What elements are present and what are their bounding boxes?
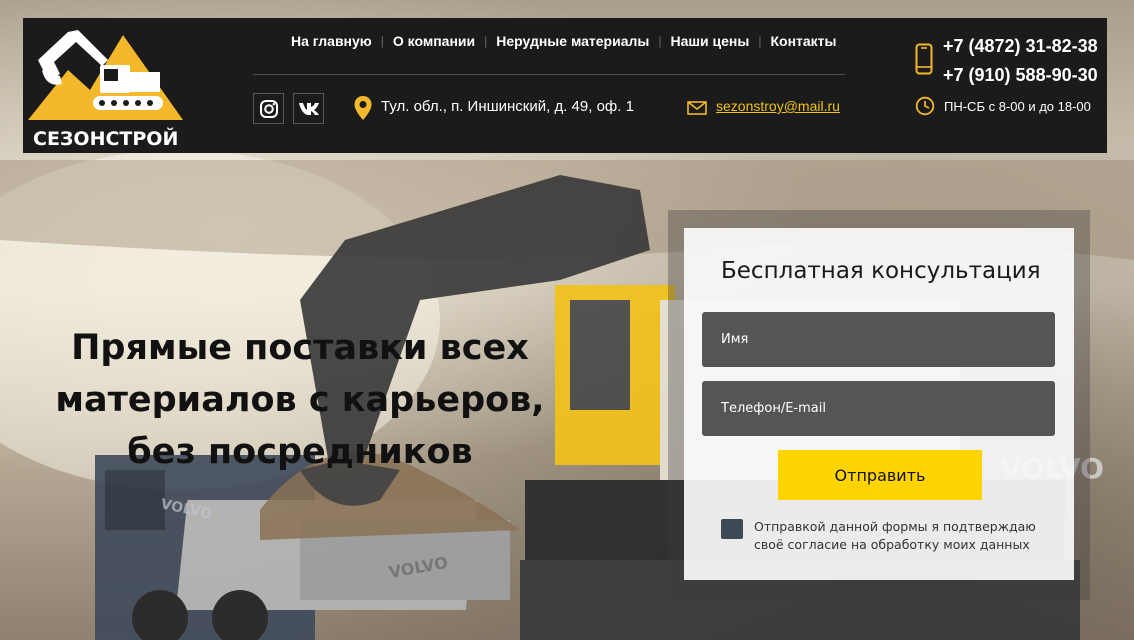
- instagram-icon: [259, 99, 278, 118]
- hero-line-3: без посредников: [127, 432, 473, 472]
- address-text: Тул. обл., п. Иншинский, д. 49, оф. 1: [381, 98, 634, 115]
- hero-heading: Прямые поставки всех материалов с карьер…: [30, 322, 570, 478]
- nav-item-materials[interactable]: Нерудные материалы: [496, 33, 649, 49]
- envelope-icon: [687, 100, 707, 119]
- nav-separator: |: [484, 34, 488, 48]
- working-hours: ПН-СБ с 8-00 и до 18-00: [944, 99, 1091, 114]
- consent-checkbox[interactable]: [721, 519, 743, 539]
- main-nav: На главную | О компании | Нерудные матер…: [291, 33, 836, 49]
- phone-link-primary[interactable]: +7 (4872) 31-82-38: [943, 36, 1098, 57]
- brand-logo[interactable]: СЕЗОНСТРОЙ: [28, 20, 183, 150]
- hero-line-2: материалов с карьеров,: [55, 380, 545, 420]
- location-pin-icon: [353, 95, 373, 125]
- form-title: Бесплатная консультация: [721, 258, 1041, 284]
- hero-line-1: Прямые поставки всех: [71, 328, 529, 368]
- nav-item-prices[interactable]: Наши цены: [670, 33, 749, 49]
- name-input[interactable]: [702, 312, 1055, 367]
- site-header: СЕЗОНСТРОЙ На главную | О компании | Нер…: [23, 18, 1107, 153]
- instagram-link[interactable]: [253, 93, 284, 124]
- nav-item-contacts[interactable]: Контакты: [770, 33, 836, 49]
- nav-divider: [253, 74, 845, 75]
- clock-icon: [915, 96, 935, 120]
- vk-icon: [298, 102, 319, 115]
- phone-link-secondary[interactable]: +7 (910) 588-90-30: [943, 65, 1098, 86]
- nav-separator: |: [380, 34, 384, 48]
- vk-link[interactable]: [293, 93, 324, 124]
- brand-name: СЕЗОНСТРОЙ: [33, 128, 179, 150]
- consent-label: Отправкой данной формы я подтверждаю сво…: [754, 519, 1036, 552]
- nav-separator: |: [758, 34, 762, 48]
- phone-email-input[interactable]: [702, 381, 1055, 436]
- smartphone-icon: [915, 43, 933, 79]
- nav-separator: |: [658, 34, 662, 48]
- excavator-icon: [28, 30, 183, 120]
- submit-button[interactable]: Отправить: [778, 450, 982, 500]
- nav-item-about[interactable]: О компании: [393, 33, 475, 49]
- nav-item-home[interactable]: На главную: [291, 33, 372, 49]
- email-link[interactable]: sezonstroy@mail.ru: [716, 98, 840, 114]
